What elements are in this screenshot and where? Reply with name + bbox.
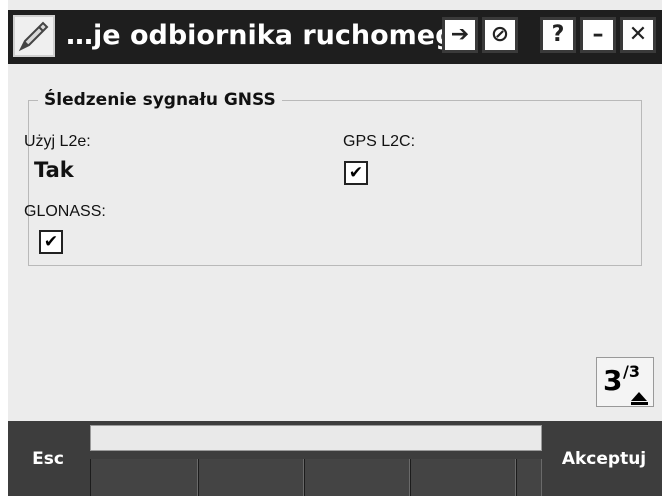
glonass-label: GLONASS:	[24, 203, 106, 220]
softkey-3[interactable]	[304, 459, 410, 496]
bottom-bar: Esc Akceptuj	[8, 421, 662, 496]
minimize-icon: –	[592, 22, 604, 47]
use-l2e-value[interactable]: Tak	[34, 158, 74, 182]
page-up-icon	[631, 392, 647, 401]
gps-l2c-checkbox[interactable]: ✔	[344, 161, 368, 185]
softkey-4[interactable]	[410, 459, 516, 496]
group-title: Śledzenie sygnału GNSS	[38, 90, 282, 110]
no-entry-icon: ⊘	[490, 22, 510, 47]
help-button[interactable]: ?	[540, 17, 576, 53]
accept-button[interactable]: Akceptuj	[546, 421, 662, 496]
checkmark-icon: ✔	[43, 232, 59, 252]
app-pen-icon[interactable]	[13, 15, 55, 57]
forward-button[interactable]: ➔	[442, 17, 478, 53]
minimize-button[interactable]: –	[580, 17, 616, 53]
gnss-tracking-group	[28, 100, 642, 266]
gps-l2c-label: GPS L2C:	[343, 133, 416, 150]
use-l2e-label: Użyj L2e:	[24, 133, 91, 150]
checkmark-icon: ✔	[348, 163, 364, 183]
close-button[interactable]: ✕	[620, 17, 656, 53]
no-entry-button[interactable]: ⊘	[482, 17, 518, 53]
window-title: …je odbiornika ruchomego	[66, 20, 473, 51]
input-field[interactable]	[90, 425, 542, 451]
page-indicator-button[interactable]: 3 /3	[596, 357, 654, 407]
app-window: …je odbiornika ruchomego ➔ ⊘ ? – ✕ Śledz…	[8, 0, 662, 496]
glonass-checkbox[interactable]: ✔	[39, 230, 63, 254]
softkey-5[interactable]	[516, 459, 542, 496]
help-icon: ?	[551, 22, 565, 47]
softkey-2[interactable]	[198, 459, 304, 496]
esc-label: Esc	[32, 448, 64, 469]
title-bar: …je odbiornika ruchomego ➔ ⊘ ? – ✕	[8, 10, 662, 64]
accept-label: Akceptuj	[561, 448, 647, 469]
softkey-1[interactable]	[90, 459, 198, 496]
close-icon: ✕	[628, 22, 648, 47]
esc-button[interactable]: Esc	[8, 421, 88, 496]
page-up-bar-icon	[631, 402, 648, 405]
page-total: /3	[623, 362, 640, 381]
forward-icon: ➔	[450, 22, 470, 47]
page-current: 3	[603, 364, 623, 397]
